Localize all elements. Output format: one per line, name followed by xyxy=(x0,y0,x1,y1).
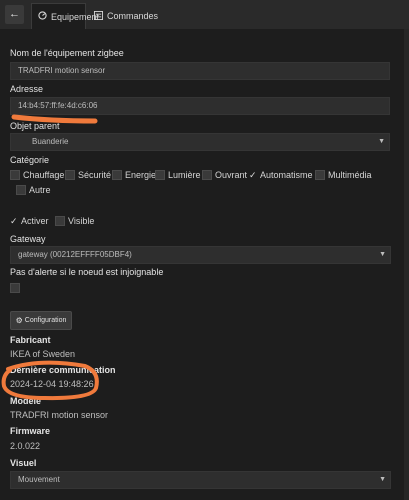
checkbox[interactable] xyxy=(55,216,65,226)
address-label: Adresse xyxy=(10,84,44,94)
category-chauffage[interactable]: Chauffage xyxy=(10,170,64,180)
category-autre[interactable]: Autre xyxy=(16,185,51,195)
address-field[interactable]: 14:b4:57:ff:fe:4d:c6:06 xyxy=(10,97,390,115)
checkmark-icon[interactable]: ✓ xyxy=(10,217,18,226)
chevron-down-icon: ▼ xyxy=(379,476,386,483)
checkbox[interactable] xyxy=(16,185,26,195)
tab-commandes[interactable]: Commandes xyxy=(88,3,158,29)
parent-select-value: Buanderie xyxy=(32,137,69,146)
gears-icon: ⚙ xyxy=(15,316,23,325)
checkbox[interactable] xyxy=(155,170,165,180)
manufacturer-label: Fabricant xyxy=(10,335,51,345)
chevron-down-icon: ▼ xyxy=(378,138,385,145)
parent-select[interactable]: Buanderie ▼ xyxy=(10,133,390,151)
top-bar: ← Equipement Commandes xyxy=(0,0,409,29)
gateway-select[interactable]: gateway (00212EFFFF05DBF4) ▼ xyxy=(10,246,391,264)
last-communication-label: Dernière communication xyxy=(10,365,116,375)
back-button[interactable]: ← xyxy=(5,5,24,24)
category-label: Catégorie xyxy=(10,155,50,165)
no-alert-option[interactable] xyxy=(10,283,20,293)
back-arrow-icon: ← xyxy=(9,8,20,20)
category-securite[interactable]: Sécurité xyxy=(65,170,111,180)
configuration-button[interactable]: ⚙ Configuration xyxy=(10,311,72,330)
firmware-label: Firmware xyxy=(10,426,51,436)
checkbox[interactable] xyxy=(65,170,75,180)
visible-option[interactable]: Visible xyxy=(55,216,94,226)
model-label: Modèle xyxy=(10,396,42,406)
checkmark-icon[interactable]: ✓ xyxy=(249,171,257,180)
checkbox[interactable] xyxy=(10,283,20,293)
category-multimedia[interactable]: Multimédia xyxy=(315,170,372,180)
gauge-icon xyxy=(38,11,47,22)
parent-label: Objet parent xyxy=(10,121,60,131)
gateway-select-value: gateway (00212EFFFF05DBF4) xyxy=(18,250,132,259)
configuration-button-label: Configuration xyxy=(24,317,67,324)
chevron-down-icon: ▼ xyxy=(379,251,386,258)
category-energie[interactable]: Energie xyxy=(112,170,156,180)
activate-option[interactable]: ✓ Activer xyxy=(10,216,49,226)
category-automatisme[interactable]: ✓ Automatisme xyxy=(249,170,313,180)
checkbox[interactable] xyxy=(112,170,122,180)
checkbox[interactable] xyxy=(315,170,325,180)
tab-equipement[interactable]: Equipement xyxy=(31,3,99,29)
category-lumiere[interactable]: Lumière xyxy=(155,170,201,180)
tab-commandes-label: Commandes xyxy=(107,11,159,21)
name-label: Nom de l'équipement zigbee xyxy=(10,48,124,58)
last-communication-value: 2024-12-04 19:48:26 xyxy=(10,379,94,389)
checkbox[interactable] xyxy=(202,170,212,180)
gateway-label: Gateway xyxy=(10,234,46,244)
list-icon xyxy=(94,10,103,22)
visual-label: Visuel xyxy=(10,458,37,468)
model-value: TRADFRI motion sensor xyxy=(10,410,109,420)
category-ouvrant[interactable]: Ouvrant xyxy=(202,170,247,180)
visual-select[interactable]: Mouvement ▼ xyxy=(10,471,391,489)
manufacturer-value: IKEA of Sweden xyxy=(10,349,76,359)
no-alert-label: Pas d'alerte si le noeud est injoignable xyxy=(10,267,164,277)
checkbox[interactable] xyxy=(10,170,20,180)
visual-select-value: Mouvement xyxy=(18,475,60,484)
name-field[interactable]: TRADFRI motion sensor xyxy=(10,62,390,80)
firmware-value: 2.0.022 xyxy=(10,441,41,451)
scrollbar[interactable] xyxy=(404,29,409,500)
